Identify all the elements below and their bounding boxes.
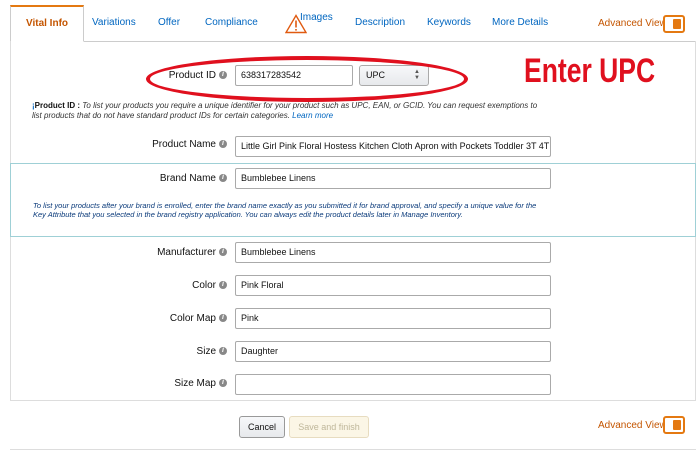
advanced-view-toggle-bottom[interactable] <box>663 416 685 434</box>
brand-name-label: Brand Name <box>159 173 216 184</box>
product-id-help-title: Product ID : <box>34 101 81 110</box>
tab-offer[interactable]: Offer <box>158 5 180 41</box>
info-icon[interactable]: i <box>219 174 227 183</box>
tab-keywords[interactable]: Keywords <box>427 5 471 41</box>
info-icon[interactable]: i <box>219 314 227 323</box>
toggle-knob <box>673 19 681 29</box>
product-id-help: ¡Product ID : To list your products you … <box>32 101 542 121</box>
manufacturer-label-row: Manufacturer i <box>120 247 227 258</box>
size-label: Size <box>196 346 216 357</box>
tab-more-details[interactable]: More Details <box>492 5 548 41</box>
divider <box>10 449 696 450</box>
size-map-label: Size Map <box>174 378 216 389</box>
color-map-label: Color Map <box>169 313 216 324</box>
tab-bar: Vital Info Variations Offer Compliance I… <box>10 5 696 42</box>
enter-upc-annotation: Enter UPC <box>524 52 656 90</box>
info-icon[interactable]: i <box>219 379 227 388</box>
brand-name-label-row: Brand Name i <box>120 173 227 184</box>
tab-compliance[interactable]: Compliance <box>205 5 258 41</box>
tab-vital-info[interactable]: Vital Info <box>10 5 84 42</box>
color-map-input[interactable]: Pink <box>235 308 551 329</box>
learn-more-link[interactable]: Learn more <box>292 111 333 120</box>
color-label-row: Color i <box>120 280 227 291</box>
color-map-label-row: Color Map i <box>120 313 227 324</box>
product-id-help-text: To list your products you require a uniq… <box>32 101 538 120</box>
info-icon[interactable]: i <box>219 281 227 290</box>
advanced-view-toggle[interactable] <box>663 15 685 33</box>
info-icon[interactable]: i <box>219 140 227 149</box>
advanced-view-label-bottom: Advanced View <box>598 420 667 431</box>
red-annotation-oval <box>146 56 468 102</box>
brand-name-help: To list your products after your brand i… <box>33 201 537 219</box>
cancel-button[interactable]: Cancel <box>239 416 285 438</box>
product-name-label: Product Name <box>152 139 216 150</box>
size-input[interactable]: Daughter <box>235 341 551 362</box>
toggle-knob <box>673 420 681 430</box>
color-label: Color <box>192 280 216 291</box>
manufacturer-input[interactable]: Bumblebee Linens <box>235 242 551 263</box>
save-and-finish-button[interactable]: Save and finish <box>289 416 369 438</box>
tab-images[interactable]: Images <box>300 0 333 36</box>
info-icon[interactable]: i <box>219 347 227 356</box>
tab-description[interactable]: Description <box>355 5 405 41</box>
brand-name-input[interactable]: Bumblebee Linens <box>235 168 551 189</box>
color-input[interactable]: Pink Floral <box>235 275 551 296</box>
advanced-view-label: Advanced View <box>598 18 667 29</box>
size-map-label-row: Size Map i <box>120 378 227 389</box>
size-map-input[interactable] <box>235 374 551 395</box>
tab-variations[interactable]: Variations <box>92 5 136 41</box>
product-name-label-row: Product Name i <box>120 139 227 150</box>
size-label-row: Size i <box>120 346 227 357</box>
info-icon[interactable]: i <box>219 248 227 257</box>
manufacturer-label: Manufacturer <box>157 247 216 258</box>
product-name-input[interactable]: Little Girl Pink Floral Hostess Kitchen … <box>235 136 551 157</box>
